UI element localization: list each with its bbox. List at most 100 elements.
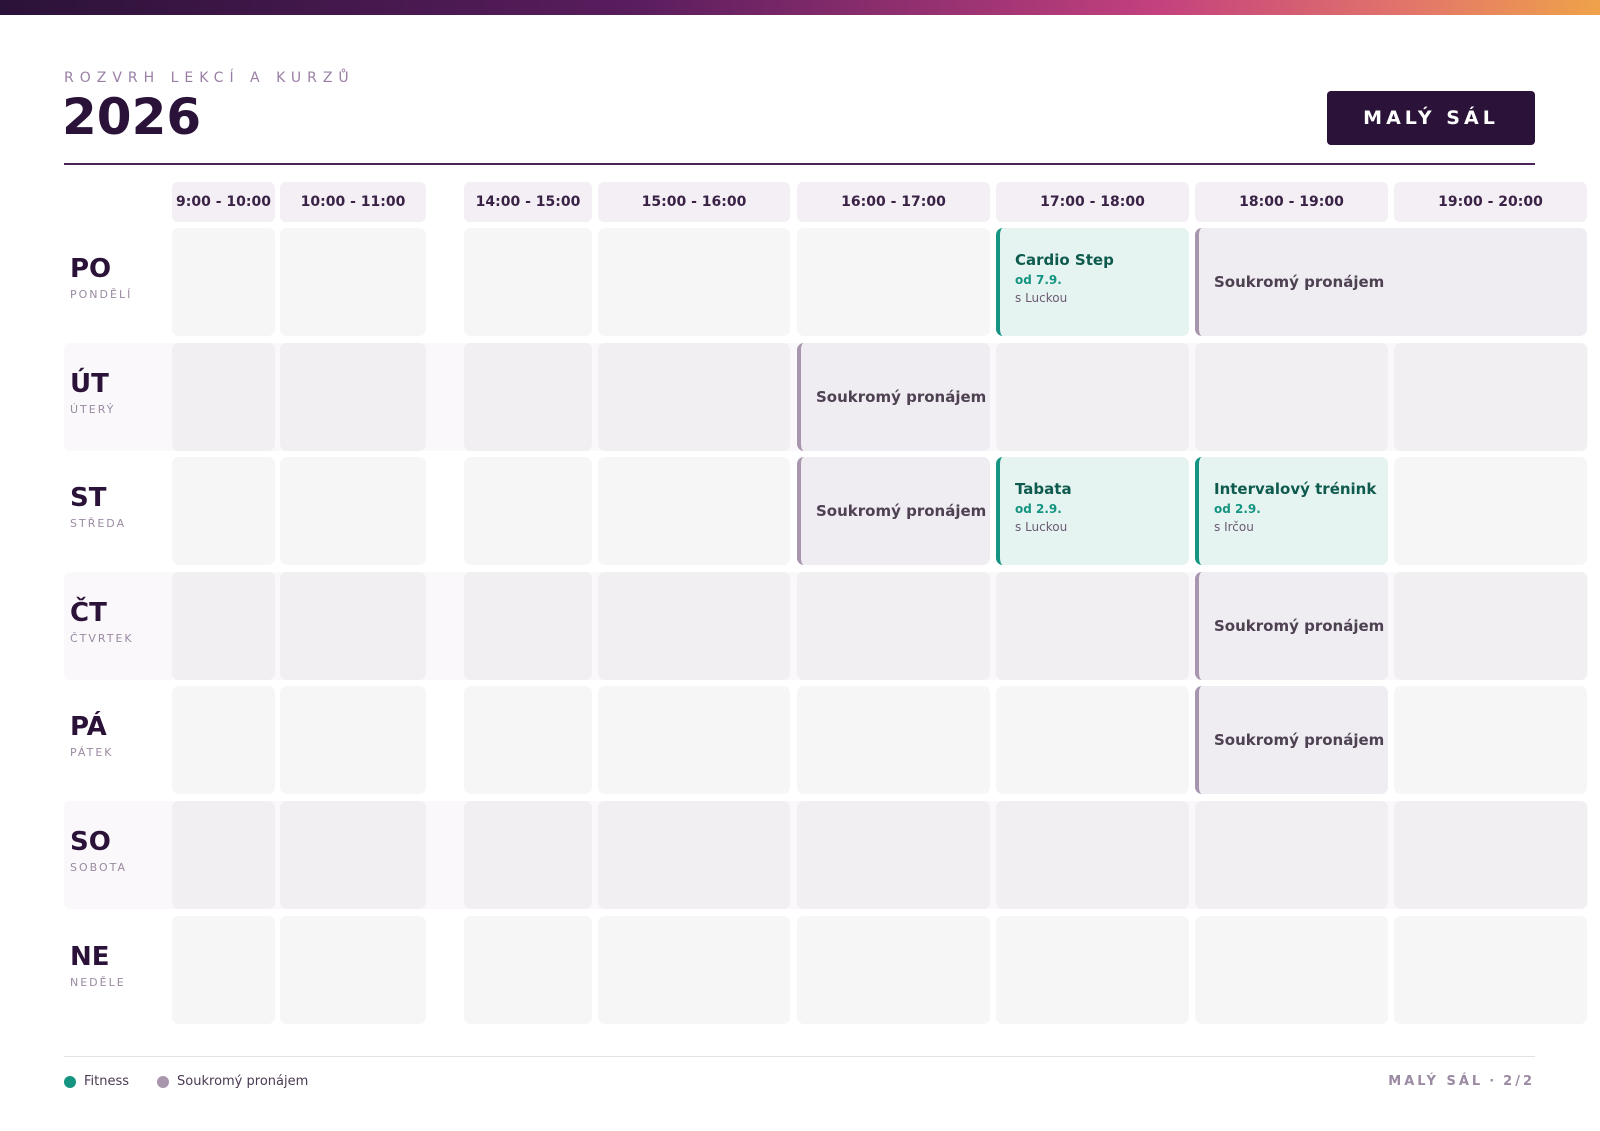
day-name: SOBOTA	[70, 861, 128, 874]
schedule-cell[interactable]	[172, 343, 275, 451]
schedule-cell[interactable]	[172, 572, 275, 680]
footer-divider	[64, 1056, 1535, 1057]
time-slot-header: 10:00 - 11:00	[280, 182, 426, 222]
event-title: Intervalový trénink	[1214, 480, 1377, 498]
day-label: ÚT ÚTERÝ	[70, 369, 115, 416]
day-abbr: SO	[70, 827, 111, 857]
schedule-cell[interactable]	[464, 916, 592, 1024]
schedule-cell[interactable]	[598, 343, 790, 451]
day-abbr: ST	[70, 483, 107, 513]
schedule-cell[interactable]	[280, 916, 426, 1024]
day-name: ČTVRTEK	[70, 632, 134, 645]
schedule-cell[interactable]	[1394, 801, 1587, 909]
day-name: STŘEDA	[70, 517, 127, 530]
legend-label-fitness: Fitness	[84, 1074, 130, 1089]
fitness-class-block[interactable]: Cardio Step od 7.9. s Luckou	[996, 228, 1189, 336]
event-title: Soukromý pronájem	[1214, 731, 1385, 749]
private-rental-block[interactable]: Soukromý pronájem	[797, 457, 990, 565]
legend: Fitness Soukromý pronájem	[64, 1074, 336, 1089]
legend-item-private: Soukromý pronájem	[157, 1074, 308, 1089]
fitness-class-block[interactable]: Tabata od 2.9. s Luckou	[996, 457, 1189, 565]
schedule-cell[interactable]	[172, 457, 275, 565]
private-rental-block[interactable]: Soukromý pronájem	[1195, 686, 1388, 794]
schedule-cell[interactable]	[996, 916, 1189, 1024]
schedule-cell[interactable]	[797, 228, 990, 336]
schedule-cell[interactable]	[1394, 572, 1587, 680]
schedule-cell[interactable]	[280, 572, 426, 680]
schedule-cell[interactable]	[1394, 686, 1587, 794]
schedule-cell[interactable]	[996, 343, 1189, 451]
time-slot-header: 17:00 - 18:00	[996, 182, 1189, 222]
time-slot-header: 14:00 - 15:00	[464, 182, 592, 222]
event-title: Cardio Step	[1015, 251, 1114, 269]
event-instructor: s Irčou	[1214, 520, 1254, 534]
event-title: Soukromý pronájem	[816, 388, 987, 406]
event-start-date: od 7.9.	[1015, 273, 1062, 287]
schedule-grid: 9:00 - 10:00 10:00 - 11:00 14:00 - 15:00 15…	[0, 0, 1600, 1131]
schedule-cell[interactable]	[797, 686, 990, 794]
schedule-cell[interactable]	[172, 228, 275, 336]
schedule-cell[interactable]	[172, 686, 275, 794]
legend-label-private: Soukromý pronájem	[177, 1074, 309, 1089]
schedule-cell[interactable]	[598, 916, 790, 1024]
day-abbr: ČT	[70, 598, 107, 628]
schedule-cell[interactable]	[996, 801, 1189, 909]
day-name: PONDĚLÍ	[70, 288, 133, 301]
schedule-cell[interactable]	[797, 916, 990, 1024]
schedule-cell[interactable]	[598, 228, 790, 336]
schedule-cell[interactable]	[280, 801, 426, 909]
schedule-cell[interactable]	[280, 228, 426, 336]
footer-page-info: MALÝ SÁL · 2/2	[1388, 1074, 1535, 1089]
private-rental-block[interactable]: Soukromý pronájem	[1195, 228, 1587, 336]
schedule-cell[interactable]	[464, 801, 592, 909]
private-rental-block[interactable]: Soukromý pronájem	[797, 343, 990, 451]
schedule-cell[interactable]	[1195, 343, 1388, 451]
private-rental-block[interactable]: Soukromý pronájem	[1195, 572, 1388, 680]
event-start-date: od 2.9.	[1214, 502, 1261, 516]
day-label: ST STŘEDA	[70, 483, 126, 530]
time-slot-header: 15:00 - 16:00	[598, 182, 790, 222]
day-name: ÚTERÝ	[70, 403, 116, 416]
schedule-cell[interactable]	[464, 228, 592, 336]
schedule-cell[interactable]	[996, 572, 1189, 680]
day-abbr: NE	[70, 942, 110, 972]
schedule-cell[interactable]	[598, 457, 790, 565]
schedule-cell[interactable]	[1195, 916, 1388, 1024]
day-label: SO SOBOTA	[70, 827, 127, 874]
day-label: NE NEDĚLE	[70, 942, 126, 989]
time-slot-header: 9:00 - 10:00	[172, 182, 275, 222]
schedule-cell[interactable]	[464, 457, 592, 565]
schedule-cell[interactable]	[1394, 457, 1587, 565]
day-name: NEDĚLE	[70, 976, 126, 989]
event-start-date: od 2.9.	[1015, 502, 1062, 516]
schedule-cell[interactable]	[797, 801, 990, 909]
time-slot-header: 16:00 - 17:00	[797, 182, 990, 222]
schedule-cell[interactable]	[797, 572, 990, 680]
schedule-cell[interactable]	[598, 686, 790, 794]
schedule-cell[interactable]	[1195, 801, 1388, 909]
schedule-cell[interactable]	[464, 343, 592, 451]
day-abbr: PÁ	[70, 712, 107, 742]
day-name: PÁTEK	[70, 746, 114, 759]
schedule-cell[interactable]	[280, 343, 426, 451]
event-title: Soukromý pronájem	[816, 502, 987, 520]
schedule-cell[interactable]	[1394, 916, 1587, 1024]
schedule-cell[interactable]	[280, 686, 426, 794]
time-slot-header: 19:00 - 20:00	[1394, 182, 1587, 222]
schedule-cell[interactable]	[464, 572, 592, 680]
schedule-cell[interactable]	[464, 686, 592, 794]
fitness-class-block[interactable]: Intervalový trénink od 2.9. s Irčou	[1195, 457, 1388, 565]
day-abbr: PO	[70, 254, 112, 284]
schedule-cell[interactable]	[172, 801, 275, 909]
schedule-cell[interactable]	[598, 801, 790, 909]
day-label: ČT ČTVRTEK	[70, 598, 134, 645]
day-label: PO PONDĚLÍ	[70, 254, 132, 301]
schedule-cell[interactable]	[280, 457, 426, 565]
schedule-cell[interactable]	[1394, 343, 1587, 451]
schedule-cell[interactable]	[598, 572, 790, 680]
schedule-cell[interactable]	[996, 686, 1189, 794]
event-title: Soukromý pronájem	[1214, 273, 1385, 291]
schedule-cell[interactable]	[172, 916, 275, 1024]
legend-item-fitness: Fitness	[64, 1074, 129, 1089]
footer-room: MALÝ SÁL	[1388, 1074, 1484, 1089]
